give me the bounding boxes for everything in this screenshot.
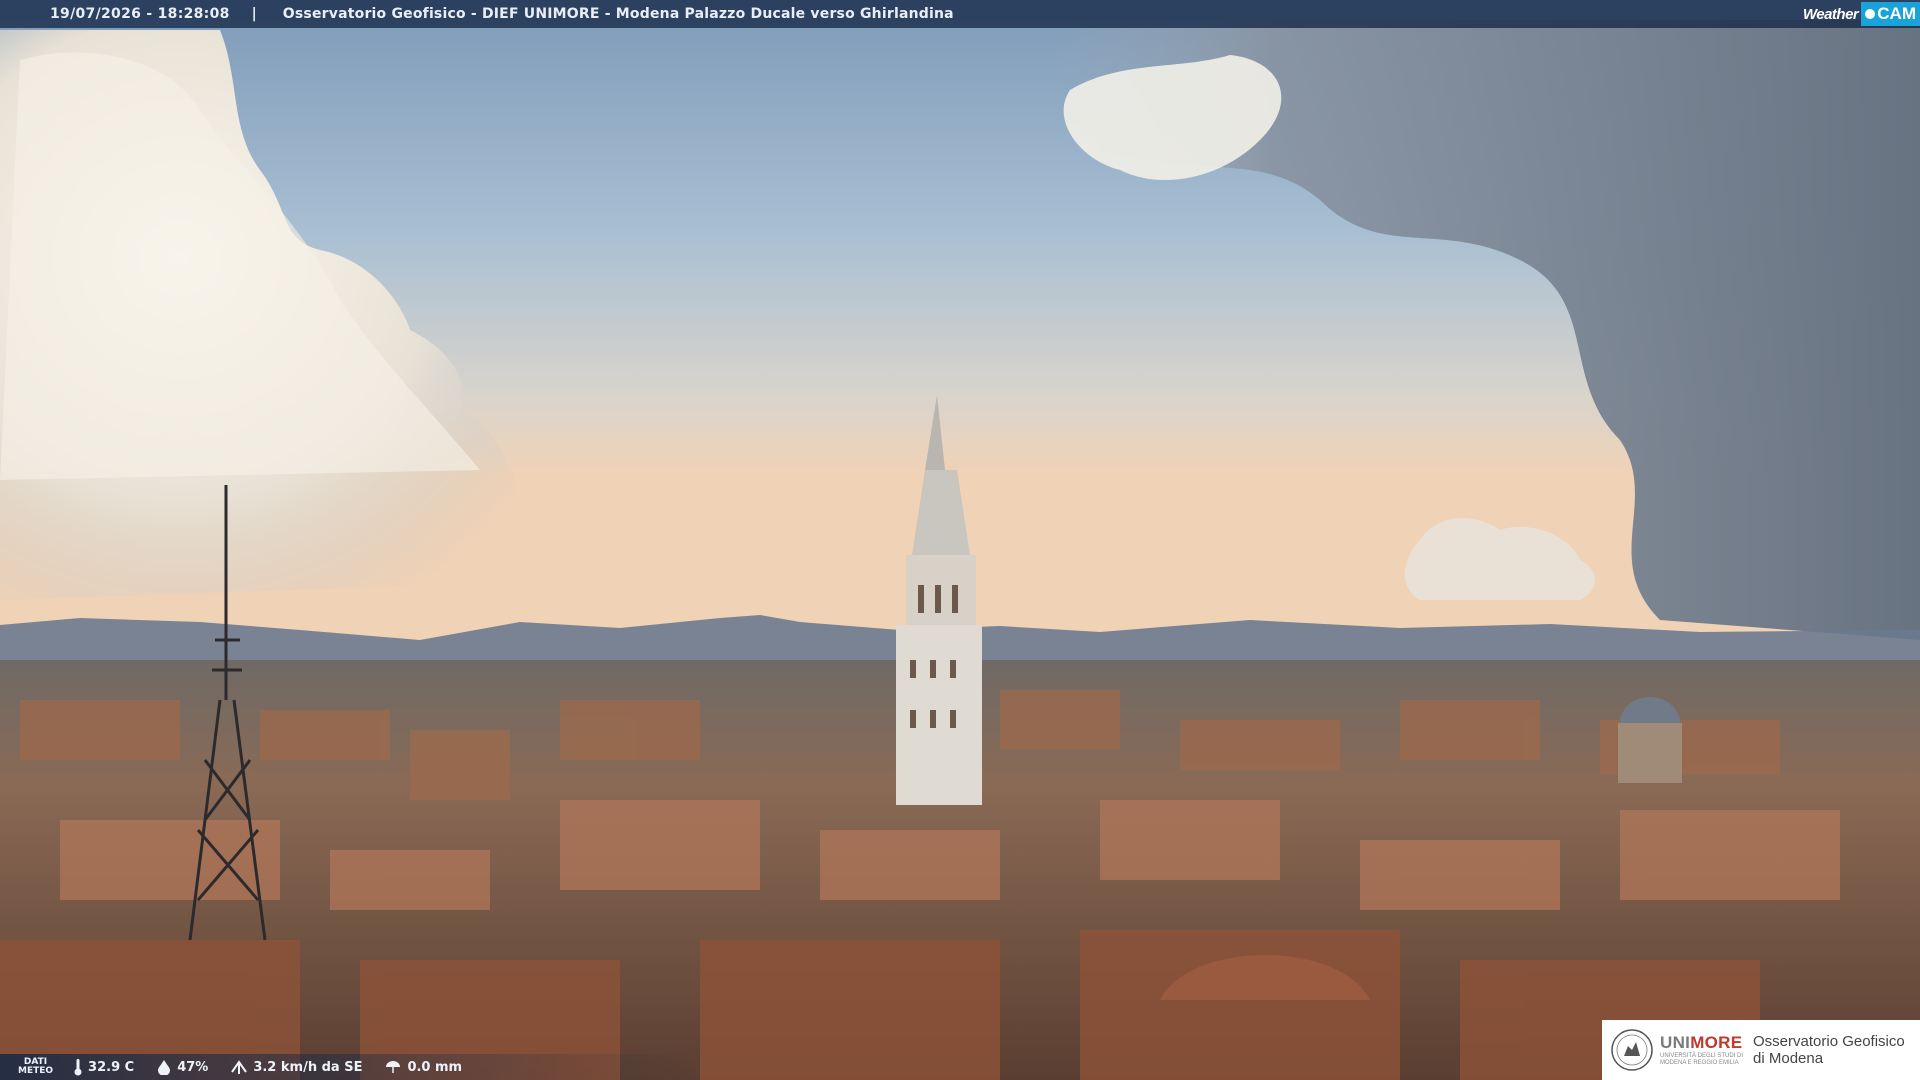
thermometer-icon: [74, 1059, 82, 1076]
observatory-line1: Osservatorio Geofisico: [1753, 1033, 1905, 1050]
unimore-name-more: MORE: [1690, 1033, 1743, 1052]
weathercam-logo-weather: Weather: [1802, 5, 1859, 23]
rain-readout: 0.0 mm: [384, 1059, 462, 1075]
weather-data-label-line2: METEO: [18, 1066, 54, 1076]
unimore-name-uni: UNI: [1660, 1033, 1691, 1052]
university-line2: MODENA E REGGIO EMILIA: [1660, 1060, 1739, 1066]
wind-icon: [231, 1060, 248, 1074]
camera-dot-icon: [1865, 9, 1876, 19]
observatory-name: Osservatorio Geofisico di Modena: [1753, 1033, 1905, 1067]
temperature-value: 32.9 C: [88, 1059, 135, 1075]
temperature-readout: 32.9 C: [73, 1058, 134, 1076]
weathercam-logo: Weather CAM: [1803, 0, 1920, 28]
humidity-readout: 47%: [156, 1059, 208, 1075]
header-separator: |: [251, 6, 257, 22]
humidity-drop-icon: [158, 1060, 171, 1075]
weather-data-label: DATI METEO: [18, 1058, 53, 1076]
rain-value: 0.0 mm: [407, 1059, 463, 1075]
wind-readout: 3.2 km/h da SE: [230, 1059, 362, 1075]
header-bar: 19/07/2026 - 18:28:08 | Osservatorio Geo…: [0, 0, 1920, 28]
unimore-brand: UNIMORE UNIVERSITÀ DEGLI STUDI DI MODENA…: [1660, 1033, 1743, 1067]
weather-data-bar: DATI METEO 32.9 C 47% 3.2 km/h da SE 0.0…: [0, 1054, 700, 1080]
observatory-line2: di Modena: [1753, 1050, 1824, 1067]
university-line1: UNIVERSITÀ DEGLI STUDI DI: [1660, 1053, 1744, 1059]
weathercam-logo-cam-text: CAM: [1877, 4, 1916, 23]
webcam-image: [0, 0, 1920, 1080]
wind-value: 3.2 km/h da SE: [253, 1059, 363, 1075]
camera-title: Osservatorio Geofisico - DIEF UNIMORE - …: [282, 6, 954, 22]
weathercam-logo-cam: CAM: [1861, 2, 1920, 26]
timestamp: 19/07/2026 - 18:28:08: [50, 6, 230, 22]
rain-icon: [386, 1061, 401, 1073]
unimore-name: UNIMORE: [1660, 1033, 1743, 1053]
humidity-value: 47%: [177, 1059, 209, 1075]
unimore-seal-icon: [1611, 1029, 1653, 1071]
unimore-logo: UNIMORE UNIVERSITÀ DEGLI STUDI DI MODENA…: [1602, 1020, 1920, 1080]
